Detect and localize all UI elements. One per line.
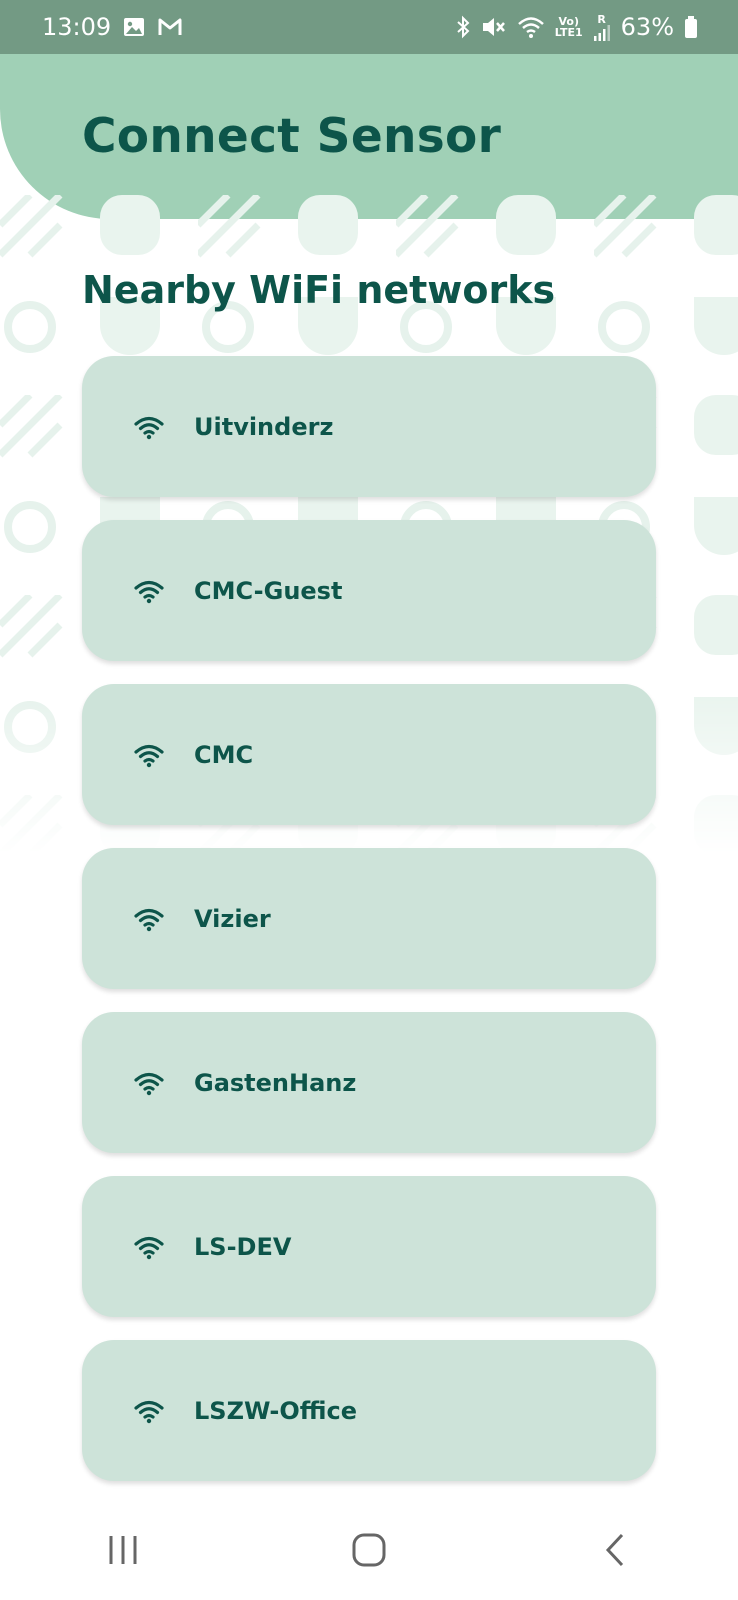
network-name: CMC: [194, 740, 254, 769]
signal-icon: [593, 24, 610, 41]
back-button[interactable]: [585, 1520, 645, 1580]
network-type-bottom: LTE1: [554, 26, 583, 39]
roaming-label: R: [597, 12, 606, 26]
wifi-icon: [517, 17, 544, 38]
recent-apps-icon: [109, 1536, 137, 1564]
signal-indicator: R: [593, 14, 611, 41]
wifi-icon: [134, 908, 164, 931]
network-item[interactable]: CMC-Guest: [82, 520, 656, 661]
network-item[interactable]: Uitvinderz: [82, 356, 656, 497]
home-icon: [352, 1533, 386, 1567]
wifi-icon: [134, 1400, 164, 1423]
status-right: Vo) LTE1 R 63%: [455, 13, 698, 41]
wifi-icon: [134, 1236, 164, 1259]
gmail-icon: [158, 18, 182, 35]
network-list: Uitvinderz CMC-Guest CMC Vizier GastenHa…: [82, 356, 656, 1504]
mute-icon: [482, 18, 505, 36]
bluetooth-icon: [457, 15, 470, 39]
section-title: Nearby WiFi networks: [82, 268, 556, 312]
network-name: GastenHanz: [194, 1068, 357, 1097]
home-button[interactable]: [339, 1520, 399, 1580]
network-name: Uitvinderz: [194, 412, 334, 441]
page-title: Connect Sensor: [82, 109, 502, 164]
wifi-icon: [134, 580, 164, 603]
network-name: CMC-Guest: [194, 576, 343, 605]
network-type: Vo) LTE1: [555, 16, 583, 38]
network-item[interactable]: LSZW-Office: [82, 1340, 656, 1481]
back-icon: [605, 1533, 624, 1567]
gallery-icon: [124, 18, 145, 36]
wifi-icon: [134, 416, 164, 439]
network-name: Vizier: [194, 904, 271, 933]
wifi-icon: [134, 744, 164, 767]
status-time: 13:09: [42, 13, 112, 41]
battery-icon: [685, 16, 697, 38]
navigation-bar: [0, 1500, 738, 1600]
recent-apps-button[interactable]: [93, 1520, 153, 1580]
wifi-icon: [134, 1072, 164, 1095]
status-left: 13:09: [42, 13, 183, 41]
network-item[interactable]: Vizier: [82, 848, 656, 989]
network-name: LS-DEV: [194, 1232, 292, 1261]
network-item[interactable]: CMC: [82, 684, 656, 825]
network-name: LSZW-Office: [194, 1396, 358, 1425]
status-bar: 13:09 Vo) LTE1 R 63%: [0, 0, 738, 54]
network-item[interactable]: GastenHanz: [82, 1012, 656, 1153]
battery-percent: 63%: [620, 13, 674, 41]
network-item[interactable]: LS-DEV: [82, 1176, 656, 1317]
